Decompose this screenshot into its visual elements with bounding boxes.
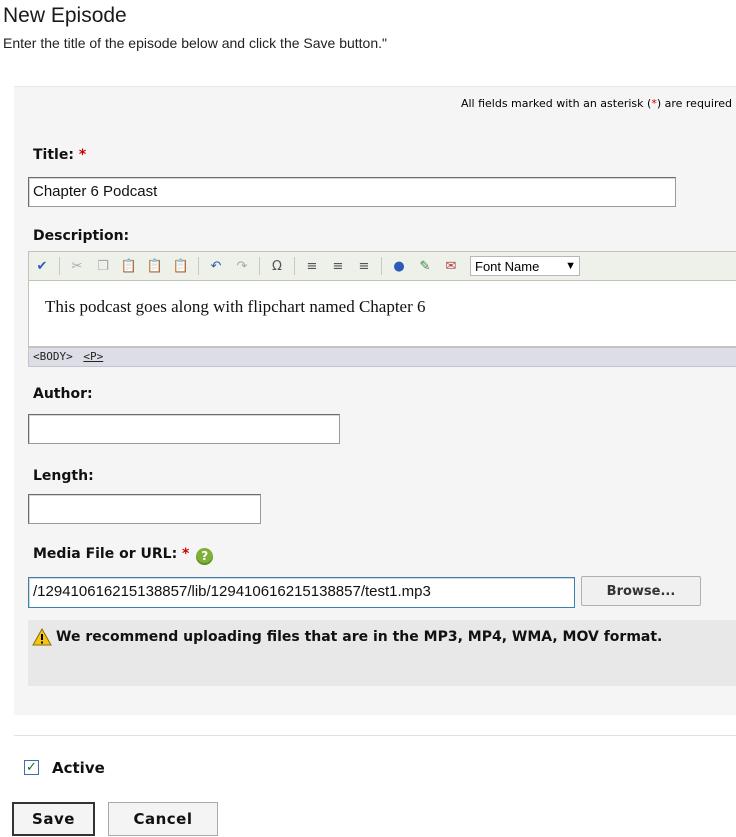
special-char-icon[interactable]: Ω [266,256,288,276]
active-label[interactable]: Active [52,759,105,777]
toolbar-separator [294,257,295,275]
cancel-button[interactable]: Cancel [108,802,218,836]
toolbar-separator [381,257,382,275]
paste-icon[interactable]: 📋 [118,256,140,276]
title-label: Title: * [33,147,87,163]
font-name-select[interactable]: Font Name ▼ [470,256,580,276]
warning-text: We recommend uploading files that are in… [56,629,663,645]
author-label: Author: [33,386,93,402]
toolbar-separator [59,257,60,275]
align-right-icon[interactable]: ≡ [353,256,375,276]
active-checkbox[interactable]: ✓ [24,760,39,775]
author-input[interactable] [28,414,340,444]
chevron-down-icon: ▼ [565,260,576,272]
toolbar-separator [259,257,260,275]
align-center-icon[interactable]: ≡ [327,256,349,276]
media-icon[interactable]: ✉ [440,256,462,276]
p-tag[interactable]: <P> [83,350,103,363]
page-subtitle: Enter the title of the episode below and… [3,35,387,51]
divider [14,735,736,736]
title-input[interactable]: Chapter 6 Podcast [28,177,676,207]
help-icon[interactable]: ? [196,548,214,565]
length-input[interactable] [28,494,261,524]
warning-icon [32,628,52,646]
media-label: Media File or URL: * ? [33,546,214,565]
required-fields-note: All fields marked with an asterisk (*) a… [460,97,732,110]
description-label: Description: [33,228,130,244]
toolbar-separator [198,257,199,275]
image-icon[interactable]: ✎ [414,256,436,276]
page-title: New Episode [3,4,127,27]
description-content: This podcast goes along with flipchart n… [45,297,426,316]
redo-icon[interactable]: ↷ [231,256,253,276]
editor-tag-path: <BODY> <P> [28,347,736,367]
media-file-input[interactable]: /129410616215138857/lib/1294106162151388… [28,577,575,608]
description-editor[interactable]: This podcast goes along with flipchart n… [28,281,736,347]
rich-text-toolbar: ✔ ✂ ❐ 📋 📋 📋 ↶ ↷ Ω ≡ ≡ ≡ ● ✎ ✉ Font Name … [28,251,736,281]
format-warning: We recommend uploading files that are in… [28,620,736,686]
save-button[interactable]: Save [12,802,95,836]
paste-word-icon[interactable]: 📋 [144,256,166,276]
spellcheck-icon[interactable]: ✔ [31,256,53,276]
length-label: Length: [33,468,94,484]
body-tag[interactable]: <BODY> [33,350,73,363]
copy-icon[interactable]: ❐ [92,256,114,276]
required-star: * [78,147,87,163]
paste-text-icon[interactable]: 📋 [170,256,192,276]
undo-icon[interactable]: ↶ [205,256,227,276]
browse-button[interactable]: Browse... [581,576,701,606]
required-star: * [182,546,190,562]
link-icon[interactable]: ● [388,256,410,276]
align-left-icon[interactable]: ≡ [301,256,323,276]
cut-icon[interactable]: ✂ [66,256,88,276]
